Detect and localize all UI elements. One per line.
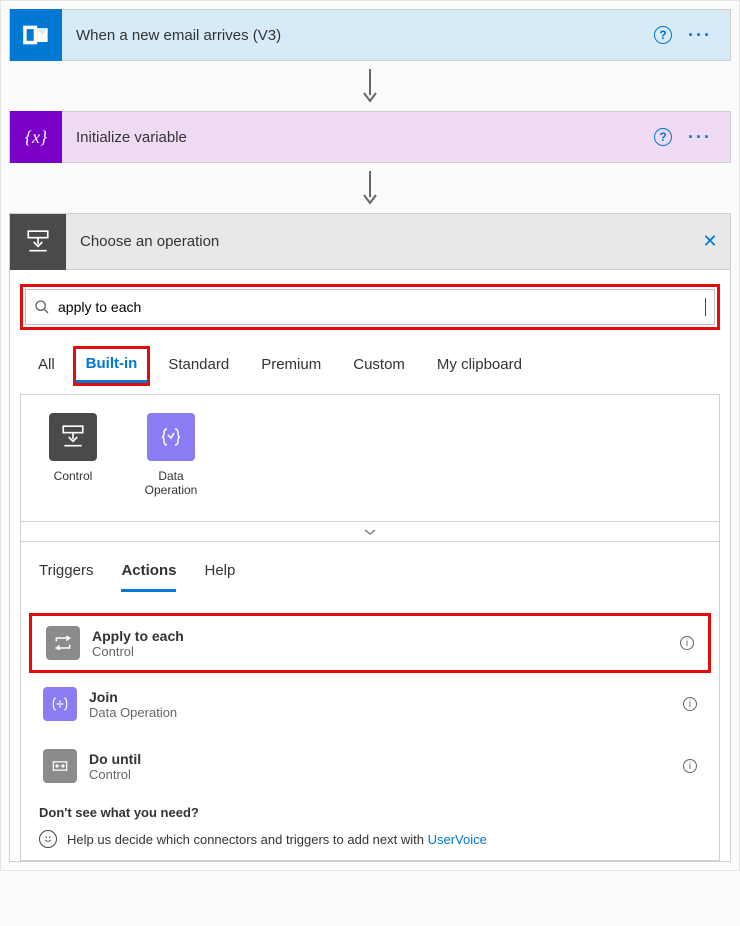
more-menu-icon[interactable]: ··· <box>688 127 712 148</box>
tab-builtin-highlight: Built-in <box>73 346 151 386</box>
outlook-icon <box>10 9 62 61</box>
search-highlight <box>20 284 720 330</box>
tab-premium[interactable]: Premium <box>247 350 335 386</box>
tab-clipboard[interactable]: My clipboard <box>423 350 536 386</box>
footer-question: Don't see what you need? <box>39 805 701 820</box>
subtab-triggers[interactable]: Triggers <box>39 562 93 592</box>
variable-icon: {x} <box>10 111 62 163</box>
loop-icon <box>46 626 80 660</box>
connector-data-operation[interactable]: Data Operation <box>137 413 205 497</box>
action-connector: Data Operation <box>89 705 671 720</box>
action-connector: Control <box>89 767 671 782</box>
help-icon[interactable]: ? <box>654 128 672 146</box>
action-connector: Control <box>92 644 668 659</box>
action-name: Apply to each <box>92 628 668 644</box>
search-input[interactable] <box>25 289 715 325</box>
tab-builtin[interactable]: Built-in <box>76 349 148 383</box>
search-icon <box>34 299 50 315</box>
chevron-down-icon <box>363 527 377 537</box>
action-name: Join <box>89 689 671 705</box>
tab-all[interactable]: All <box>24 350 69 386</box>
data-operation-icon <box>147 413 195 461</box>
connector-arrow-icon <box>358 61 382 111</box>
operation-icon <box>10 214 66 270</box>
do-until-icon <box>43 749 77 783</box>
connector-control[interactable]: Control <box>39 413 107 497</box>
tab-standard[interactable]: Standard <box>154 350 243 386</box>
info-icon[interactable]: i <box>683 759 697 773</box>
panel-title: Choose an operation <box>66 233 690 250</box>
trigger-title: When a new email arrives (V3) <box>62 27 654 44</box>
action-do-until[interactable]: Do until Control i <box>39 743 701 789</box>
variable-title: Initialize variable <box>62 129 654 146</box>
action-apply-to-each[interactable]: Apply to each Control i <box>42 620 698 666</box>
tab-custom[interactable]: Custom <box>339 350 419 386</box>
connector-label: Control <box>54 469 93 483</box>
action-join[interactable]: Join Data Operation i <box>39 681 701 727</box>
info-icon[interactable]: i <box>683 697 697 711</box>
collapse-toggle[interactable] <box>20 522 720 542</box>
footer-hint: Don't see what you need? Help us decide … <box>39 805 701 848</box>
apply-to-each-highlight: Apply to each Control i <box>29 613 711 673</box>
close-icon[interactable]: ✕ <box>690 231 730 252</box>
search-field[interactable] <box>58 299 697 315</box>
initialize-variable-card[interactable]: {x} Initialize variable ? ··· <box>9 111 731 163</box>
join-icon <box>43 687 77 721</box>
control-icon <box>49 413 97 461</box>
uservoice-link[interactable]: UserVoice <box>428 832 487 847</box>
help-icon[interactable]: ? <box>654 26 672 44</box>
trigger-email-card[interactable]: When a new email arrives (V3) ? ··· <box>9 9 731 61</box>
connector-arrow-icon <box>358 163 382 213</box>
subtab-help[interactable]: Help <box>204 562 235 592</box>
smiley-icon <box>39 830 57 848</box>
connector-label: Data Operation <box>137 469 205 497</box>
connectors-grid: Control Data Operation <box>20 394 720 522</box>
footer-text: Help us decide which connectors and trig… <box>67 832 428 847</box>
info-icon[interactable]: i <box>680 636 694 650</box>
more-menu-icon[interactable]: ··· <box>688 25 712 46</box>
action-name: Do until <box>89 751 671 767</box>
choose-operation-panel: Choose an operation ✕ All Built-in Stand… <box>9 213 731 862</box>
subtab-actions[interactable]: Actions <box>121 562 176 592</box>
